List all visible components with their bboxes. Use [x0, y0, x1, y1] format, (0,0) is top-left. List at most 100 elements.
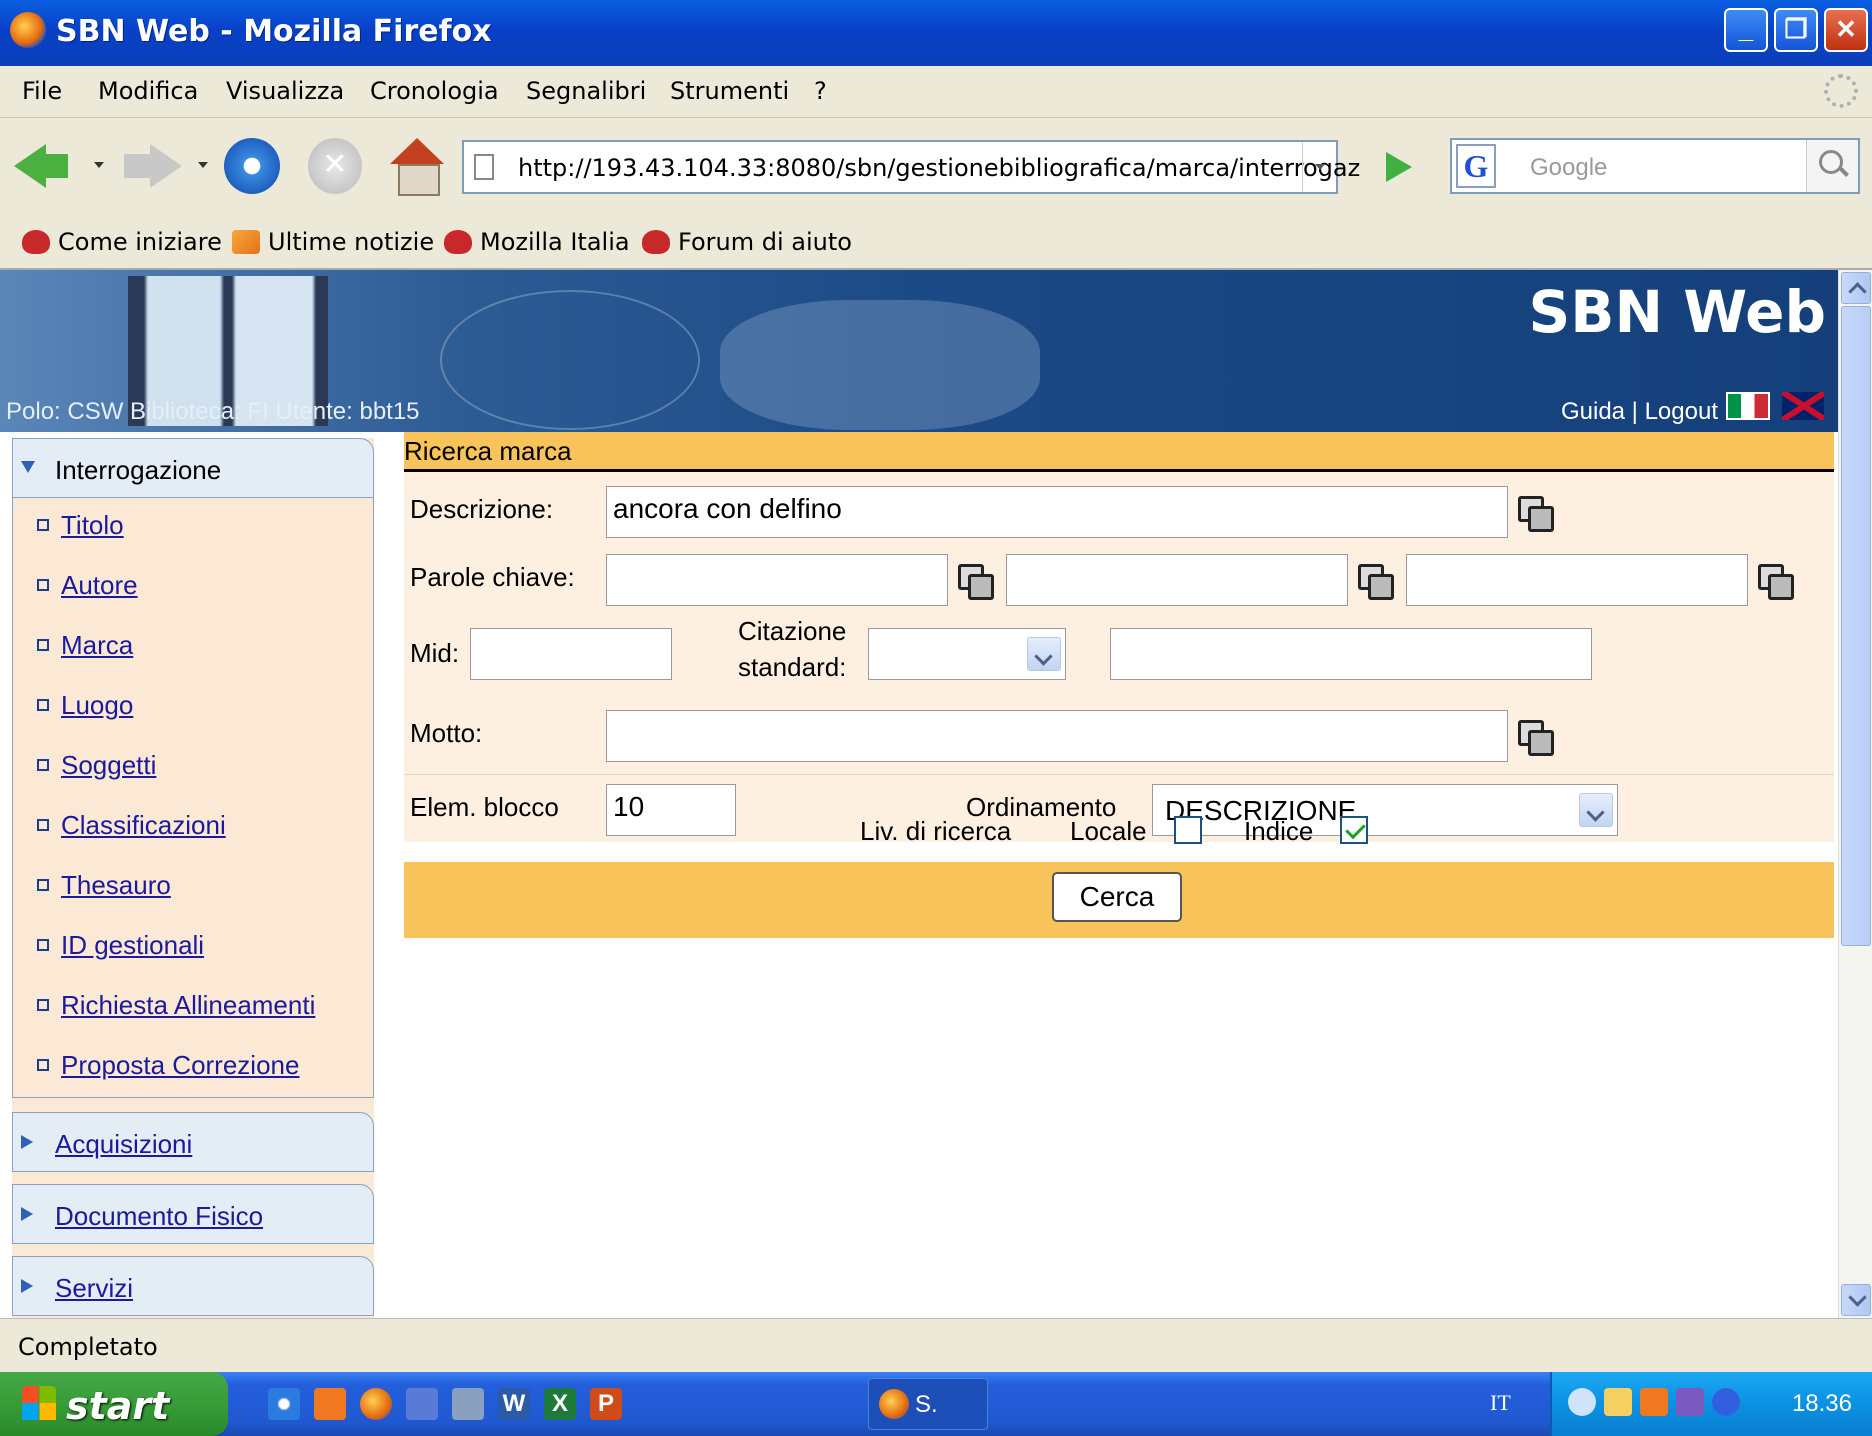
- menu-help[interactable]: ?: [814, 77, 827, 105]
- sidebar-item-id-gestionali[interactable]: ID gestionali: [37, 930, 204, 961]
- window-titlebar: SBN Web - Mozilla Firefox _ ❐ ✕: [0, 0, 1872, 66]
- chevron-down-icon[interactable]: [1027, 637, 1061, 671]
- bookmark-mozilla-italia[interactable]: Mozilla Italia: [444, 228, 630, 256]
- address-bar[interactable]: http://193.43.104.33:8080/sbn/gestionebi…: [462, 140, 1360, 194]
- menu-segnalibri[interactable]: Segnalibri: [526, 77, 646, 105]
- sidebar-section-documento-fisico[interactable]: Documento Fisico: [12, 1184, 374, 1244]
- sidebar-item-thesauro[interactable]: Thesauro: [37, 870, 171, 901]
- sidebar-section-servizi[interactable]: Servizi: [12, 1256, 374, 1316]
- language-indicator[interactable]: IT: [1490, 1390, 1511, 1416]
- tray-app-icon[interactable]: [1676, 1388, 1704, 1416]
- ordinamento-select[interactable]: DESCRIZIONE: [1152, 784, 1618, 836]
- search-icon[interactable]: [1806, 140, 1858, 192]
- sidebar-item-autore[interactable]: Autore: [37, 570, 138, 601]
- scrollbar-thumb[interactable]: [1841, 306, 1871, 946]
- scroll-up-icon[interactable]: [1841, 272, 1871, 304]
- stop-button[interactable]: ✕: [308, 138, 362, 194]
- mid-input[interactable]: [470, 628, 672, 680]
- sidebar-link[interactable]: Luogo: [61, 690, 133, 720]
- internet-explorer-icon[interactable]: [268, 1388, 300, 1420]
- forward-button[interactable]: [122, 138, 182, 194]
- home-button[interactable]: [388, 138, 446, 196]
- scroll-down-icon[interactable]: [1841, 1284, 1871, 1316]
- uk-flag-icon[interactable]: [1782, 392, 1824, 420]
- cerca-button[interactable]: Cerca: [1052, 872, 1182, 922]
- copy-icon[interactable]: [1356, 562, 1394, 600]
- word-icon[interactable]: W: [498, 1388, 530, 1420]
- elem-blocco-input[interactable]: 10: [606, 784, 736, 836]
- sidebar-link[interactable]: Titolo: [61, 510, 124, 540]
- copy-icon[interactable]: [1756, 562, 1794, 600]
- sidebar-item-richiesta-allineamenti[interactable]: Richiesta Allineamenti: [37, 990, 315, 1021]
- locale-checkbox[interactable]: [1174, 816, 1202, 844]
- quicklaunch-app-icon[interactable]: [314, 1388, 346, 1420]
- powerpoint-icon[interactable]: P: [590, 1388, 622, 1420]
- menu-modifica[interactable]: Modifica: [98, 77, 198, 105]
- mail-icon[interactable]: [1604, 1388, 1632, 1416]
- address-url[interactable]: http://193.43.104.33:8080/sbn/gestionebi…: [518, 154, 1360, 182]
- sidebar-section-link[interactable]: Servizi: [55, 1273, 133, 1304]
- minimize-button[interactable]: _: [1724, 8, 1768, 52]
- sidebar-link[interactable]: Marca: [61, 630, 133, 660]
- bookmark-ultime-notizie[interactable]: Ultime notizie: [232, 228, 434, 256]
- parole-chiave-input-1[interactable]: [606, 554, 948, 606]
- taskbar-item-firefox[interactable]: S.: [868, 1378, 988, 1430]
- quicklaunch-app-icon[interactable]: [452, 1388, 484, 1420]
- sidebar-link[interactable]: Thesauro: [61, 870, 171, 900]
- restore-button[interactable]: ❐: [1774, 8, 1818, 52]
- network-icon[interactable]: [1712, 1388, 1740, 1416]
- italian-flag-icon[interactable]: [1726, 392, 1770, 420]
- menu-strumenti[interactable]: Strumenti: [670, 77, 789, 105]
- sidebar-link[interactable]: Richiesta Allineamenti: [61, 990, 315, 1020]
- sidebar-link[interactable]: Proposta Correzione: [61, 1050, 299, 1080]
- sidebar-link[interactable]: Soggetti: [61, 750, 156, 780]
- menu-visualizza[interactable]: Visualizza: [226, 77, 344, 105]
- copy-icon[interactable]: [956, 562, 994, 600]
- forward-history-dropdown[interactable]: [198, 162, 208, 168]
- sidebar-section-link[interactable]: Acquisizioni: [55, 1129, 192, 1160]
- sidebar-item-classificazioni[interactable]: Classificazioni: [37, 810, 226, 841]
- sidebar-link[interactable]: ID gestionali: [61, 930, 204, 960]
- search-engine-icon[interactable]: G: [1456, 144, 1496, 188]
- start-button[interactable]: start: [0, 1372, 228, 1436]
- sidebar-item-marca[interactable]: Marca: [37, 630, 133, 661]
- reload-button[interactable]: [224, 138, 280, 194]
- sidebar-item-soggetti[interactable]: Soggetti: [37, 750, 156, 781]
- parole-chiave-input-3[interactable]: [1406, 554, 1748, 606]
- citazione-standard-select[interactable]: [868, 628, 1066, 680]
- indice-checkbox[interactable]: [1340, 816, 1368, 844]
- copy-icon[interactable]: [1516, 494, 1554, 532]
- sidebar-item-proposta-correzione[interactable]: Proposta Correzione: [37, 1050, 299, 1081]
- tray-expand-icon[interactable]: [1568, 1388, 1596, 1416]
- menu-file[interactable]: File: [22, 77, 62, 105]
- tray-app-icon[interactable]: [1640, 1388, 1668, 1416]
- go-button[interactable]: [1386, 152, 1412, 182]
- motto-input[interactable]: [606, 710, 1508, 762]
- firefox-icon[interactable]: [360, 1388, 392, 1420]
- back-history-dropdown[interactable]: [94, 162, 104, 168]
- copy-icon[interactable]: [1516, 718, 1554, 756]
- sidebar-link[interactable]: Autore: [61, 570, 138, 600]
- page-scrollbar[interactable]: [1838, 270, 1872, 1318]
- bookmark-forum-di-aiuto[interactable]: Forum di aiuto: [642, 228, 852, 256]
- sidebar-item-titolo[interactable]: Titolo: [37, 510, 124, 541]
- search-box[interactable]: G Google: [1450, 138, 1860, 194]
- menu-cronologia[interactable]: Cronologia: [370, 77, 499, 105]
- sidebar-section-interrogazione[interactable]: Interrogazione: [12, 438, 374, 498]
- back-button[interactable]: [14, 138, 74, 194]
- address-dropdown-icon[interactable]: [1302, 142, 1336, 192]
- sidebar-section-acquisizioni[interactable]: Acquisizioni: [12, 1112, 374, 1172]
- descrizione-input[interactable]: ancora con delfino: [606, 486, 1508, 538]
- close-button[interactable]: ✕: [1824, 8, 1868, 52]
- search-placeholder[interactable]: Google: [1530, 154, 1607, 182]
- header-links[interactable]: Guida | Logout: [1561, 398, 1718, 426]
- bookmark-come-iniziare[interactable]: Come iniziare: [22, 228, 222, 256]
- sidebar-section-link[interactable]: Documento Fisico: [55, 1201, 263, 1232]
- excel-icon[interactable]: X: [544, 1388, 576, 1420]
- chevron-down-icon[interactable]: [1579, 793, 1613, 827]
- sidebar-item-luogo[interactable]: Luogo: [37, 690, 133, 721]
- quicklaunch-app-icon[interactable]: [406, 1388, 438, 1420]
- sidebar-link[interactable]: Classificazioni: [61, 810, 226, 840]
- citazione-standard-input[interactable]: [1110, 628, 1592, 680]
- parole-chiave-input-2[interactable]: [1006, 554, 1348, 606]
